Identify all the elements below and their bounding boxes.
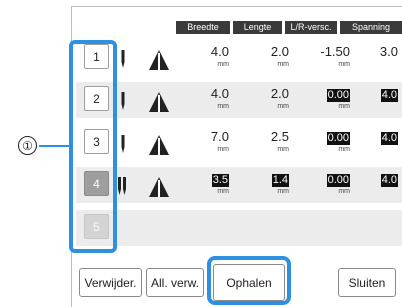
row-1-lr-shift-unit: mm bbox=[338, 61, 350, 68]
callout-leader-line bbox=[39, 145, 69, 147]
row-3-length-unit: mm bbox=[277, 146, 289, 153]
row-4-lr-shift: 0.00 bbox=[326, 174, 350, 187]
presser-foot-icon bbox=[149, 92, 169, 112]
presser-foot-icon bbox=[149, 177, 169, 197]
row-4-length-unit: mm bbox=[277, 188, 289, 195]
row-2-length-unit: mm bbox=[277, 103, 289, 110]
row-3-lr-shift: 0.00 bbox=[326, 132, 350, 145]
col-header-tension: Spanning bbox=[340, 21, 402, 34]
row-1-length-unit: mm bbox=[277, 61, 289, 68]
close-button[interactable]: Sluiten bbox=[338, 268, 396, 297]
row-2-tension: 4.0 bbox=[380, 89, 398, 102]
row-4-width: 3.5 bbox=[211, 174, 229, 187]
row-3-lr-shift-unit: mm bbox=[338, 146, 350, 153]
callout-marker-1: ① bbox=[18, 136, 37, 155]
delete-button[interactable]: Verwijder. bbox=[79, 268, 142, 297]
row-3-length: 2.5 bbox=[270, 129, 289, 144]
single-needle-icon bbox=[121, 135, 125, 153]
single-needle-icon bbox=[121, 50, 125, 68]
memory-row-2: 2 4.0 mm 2.0 mm 0.00 mm 4.0 bbox=[76, 82, 402, 118]
memory-row-3: 3 7.0 mm 2.5 mm 0.00 mm 4.0 bbox=[76, 125, 402, 161]
single-needle-icon bbox=[121, 92, 125, 110]
retrieve-button-highlight bbox=[207, 256, 291, 305]
row-3-width: 7.0 bbox=[210, 129, 229, 144]
row-3-width-unit: mm bbox=[217, 146, 229, 153]
row-2-lr-shift: 0.00 bbox=[326, 89, 350, 102]
col-header-length: Lengte bbox=[233, 21, 282, 34]
row-1-lr-shift: -1.50 bbox=[320, 44, 350, 59]
row-1-length: 2.0 bbox=[270, 44, 289, 59]
row-2-lr-shift-unit: mm bbox=[338, 103, 350, 110]
row-3-tension: 4.0 bbox=[380, 132, 398, 145]
memory-row-4: 4 3.5 mm 1.4 mm 0.00 mm 4.0 bbox=[76, 167, 402, 203]
row-2-width-unit: mm bbox=[217, 103, 229, 110]
row-4-length: 1.4 bbox=[271, 174, 289, 187]
row-4-lr-shift-unit: mm bbox=[338, 188, 350, 195]
memory-row-5: 5 bbox=[76, 210, 402, 246]
row-2-length: 2.0 bbox=[270, 86, 289, 101]
col-header-lr-shift: L/R-versc. bbox=[285, 21, 337, 34]
twin-needle-icon bbox=[118, 177, 126, 195]
col-header-width: Breedte bbox=[176, 21, 230, 34]
delete-all-button[interactable]: All. verw. bbox=[146, 268, 204, 297]
memory-row-1: 1 4.0 mm 2.0 mm -1.50 mm 3.0 bbox=[76, 40, 402, 76]
row-1-width: 4.0 bbox=[210, 44, 229, 59]
row-1-tension: 3.0 bbox=[379, 44, 398, 59]
row-2-width: 4.0 bbox=[210, 86, 229, 101]
slot-column-highlight bbox=[69, 40, 117, 253]
row-4-width-unit: mm bbox=[217, 188, 229, 195]
presser-foot-icon bbox=[149, 135, 169, 155]
row-4-tension: 4.0 bbox=[380, 174, 398, 187]
row-1-width-unit: mm bbox=[217, 61, 229, 68]
presser-foot-icon bbox=[149, 50, 169, 70]
